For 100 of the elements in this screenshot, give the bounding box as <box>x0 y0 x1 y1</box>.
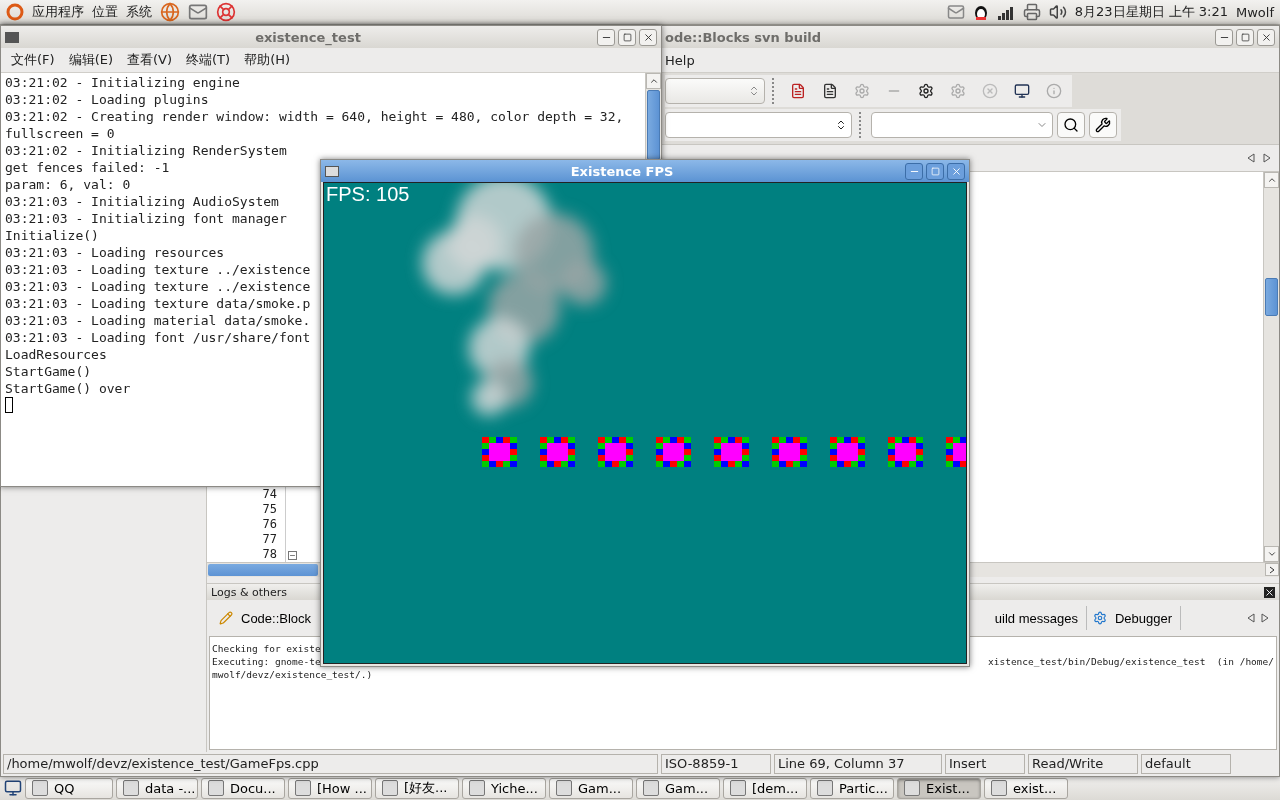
pencil-icon[interactable] <box>219 611 233 625</box>
scroll-thumb[interactable] <box>647 90 660 160</box>
app-icon <box>730 780 746 796</box>
close-icon <box>950 165 962 177</box>
taskbar-button[interactable]: Gam... <box>549 777 633 799</box>
close-button[interactable] <box>639 28 657 46</box>
status-text: Read/Write <box>1028 754 1138 774</box>
terminal-line: 03:21:02 - Initializing RenderSystem <box>5 142 287 159</box>
close-icon[interactable] <box>1264 586 1275 598</box>
clock[interactable]: 8月23日星期日 上午 3:21 <box>1074 3 1228 21</box>
printer-icon[interactable] <box>1022 3 1041 21</box>
right-triangle-icon[interactable] <box>1263 153 1271 163</box>
signal-bars-icon[interactable] <box>996 4 1015 20</box>
taskbar-button[interactable]: Gam... <box>636 777 720 799</box>
line-number: 75 <box>262 502 277 517</box>
checkered-cube-drawing <box>772 437 807 467</box>
menu-item[interactable]: 查看(V) <box>127 51 173 69</box>
line-number: 76 <box>262 517 277 532</box>
mail-icon[interactable] <box>946 3 965 21</box>
taskbar-button[interactable]: [dem... <box>723 777 807 799</box>
log-tab[interactable]: Debugger <box>1112 605 1174 631</box>
left-triangle-icon[interactable] <box>1247 613 1255 623</box>
document-icon[interactable] <box>822 83 838 99</box>
right-triangle-icon[interactable] <box>1261 613 1269 623</box>
fps-counter: FPS: 105 <box>326 183 410 206</box>
text-cursor <box>5 397 13 413</box>
desktop-icon[interactable] <box>4 779 22 797</box>
search-button[interactable] <box>1057 112 1085 138</box>
status-text: ISO-8859-1 <box>661 754 771 774</box>
app-icon <box>556 780 572 796</box>
minimize-button[interactable] <box>1215 28 1233 46</box>
updown-arrow-icon <box>835 119 847 131</box>
terminal-line: 03:21:03 - Initializing font manager <box>5 210 287 227</box>
log-tab[interactable]: uild messages <box>992 605 1080 631</box>
taskbar-button[interactable]: exist... <box>984 777 1068 799</box>
close-icon <box>1260 31 1272 43</box>
line-number: 78 <box>262 547 277 562</box>
lifebuoy-icon[interactable] <box>216 2 236 22</box>
checkered-cube-drawing <box>656 437 691 467</box>
taskbar-button[interactable]: Exist... <box>897 777 981 799</box>
terminal-line: StartGame() <box>5 363 92 380</box>
updown-arrow-icon <box>748 85 760 97</box>
wrench-button[interactable] <box>1089 112 1117 138</box>
app-icon <box>382 780 398 796</box>
menu-item[interactable]: 帮助(H) <box>244 51 291 69</box>
panel-menu[interactable]: 位置 <box>92 3 118 21</box>
log-tab[interactable]: Code::Block <box>239 605 314 631</box>
terminal-line: LoadResources <box>5 346 107 363</box>
close-button[interactable] <box>1257 28 1275 46</box>
terminal-line: 03:21:03 - Loading font /usr/share/font <box>5 329 311 346</box>
scroll-thumb[interactable] <box>1265 278 1278 316</box>
app-icon <box>904 780 920 796</box>
terminal-line: 03:21:02 - Creating render window: width = 640, height = 480, color depth = 32, <box>5 108 624 125</box>
taskbar-button[interactable]: [How ... <box>288 777 372 799</box>
minimize-button[interactable] <box>597 28 615 46</box>
status-text: Line 69, Column 37 <box>774 754 942 774</box>
document-icon[interactable] <box>790 83 806 99</box>
app-icon <box>991 780 1007 796</box>
maximize-icon <box>1240 32 1250 42</box>
user-name[interactable]: Mwolf <box>1236 4 1274 20</box>
menu-item[interactable]: 终端(T) <box>186 51 231 69</box>
left-triangle-icon[interactable] <box>1247 153 1255 163</box>
gear-icon[interactable] <box>918 83 934 99</box>
minimize-button[interactable] <box>905 162 923 180</box>
menu-item[interactable]: 编辑(E) <box>68 51 113 69</box>
menu-item[interactable]: 文件(F) <box>11 51 55 69</box>
maximize-button[interactable] <box>926 162 944 180</box>
terminal-line: 03:21:03 - Loading material data/smoke. <box>5 312 311 329</box>
terminal-line: Initialize() <box>5 227 99 244</box>
mail-icon[interactable] <box>188 2 208 22</box>
scroll-thumb[interactable] <box>208 564 318 576</box>
app-icon <box>817 780 833 796</box>
app-icon <box>208 780 224 796</box>
circle-logo-icon[interactable] <box>6 3 24 21</box>
panel-menu[interactable]: 应用程序 <box>32 3 84 21</box>
taskbar-button[interactable]: [好友... <box>375 777 459 799</box>
checkered-cube-drawing <box>714 437 749 467</box>
terminal-line: 03:21:03 - Initializing AudioSystem <box>5 193 279 210</box>
panel-menu[interactable]: 系统 <box>126 3 152 21</box>
maximize-icon <box>930 166 940 176</box>
window-title: ode::Blocks svn build <box>665 29 822 45</box>
volume-icon[interactable] <box>1048 3 1067 21</box>
app-icon <box>295 780 311 796</box>
globe-icon[interactable] <box>160 2 180 22</box>
status-text: /home/mwolf/devz/existence_test/GameFps.cpp <box>3 754 658 774</box>
line-number: 74 <box>262 487 277 502</box>
taskbar-button[interactable]: data -... <box>116 777 198 799</box>
fold-icon[interactable] <box>287 551 297 560</box>
monitor-icon[interactable] <box>1014 83 1030 99</box>
menu-item[interactable]: Help <box>665 52 695 68</box>
close-icon <box>642 31 654 43</box>
taskbar-button[interactable]: Yiche... <box>462 777 546 799</box>
taskbar-button[interactable]: QQ <box>25 777 113 799</box>
terminal-line: param: 6, val: 0 <box>5 176 131 193</box>
checkered-cube-drawing <box>540 437 575 467</box>
close-button[interactable] <box>947 162 965 180</box>
terminal-line: 03:21:03 - Loading texture data/smoke.p <box>5 295 311 312</box>
taskbar-button[interactable]: Docu... <box>201 777 285 799</box>
taskbar-button[interactable]: Partic... <box>810 777 894 799</box>
panel-title: Logs & others <box>211 585 287 599</box>
